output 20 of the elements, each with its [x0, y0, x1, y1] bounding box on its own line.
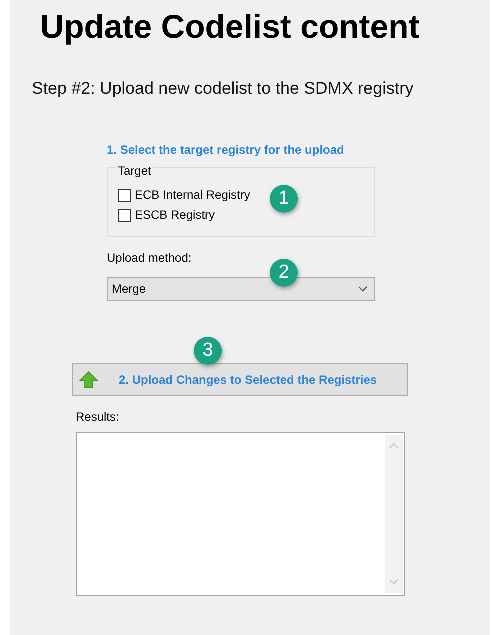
callout-badge: 2 — [270, 259, 298, 287]
method-dropdown[interactable]: Merge — [107, 277, 375, 301]
page-title: Update Codelist content — [39, 8, 421, 46]
scroll-up-icon[interactable] — [389, 443, 399, 449]
checkbox[interactable] — [118, 188, 131, 202]
checkbox[interactable] — [118, 208, 131, 222]
checkbox-label: ECB Internal Registry — [135, 188, 250, 202]
callout-badge: 3 — [194, 337, 222, 365]
section-heading: 1. Select the target registry for the upload — [107, 143, 346, 157]
callout-badge: 1 — [270, 185, 298, 213]
field-label: Upload method: — [107, 251, 193, 265]
scrollbar[interactable] — [385, 435, 403, 593]
chevron-down-icon — [358, 286, 368, 292]
checkbox-label: ESCB Registry — [135, 208, 216, 222]
results-box[interactable] — [76, 432, 405, 596]
step-text: Step #2: Upload new codelist to the SDMX registry — [32, 79, 415, 99]
scroll-down-icon[interactable] — [389, 579, 399, 585]
results-label: Results: — [76, 410, 120, 424]
up-arrow-icon — [79, 370, 99, 388]
group-legend: Target — [116, 164, 154, 178]
